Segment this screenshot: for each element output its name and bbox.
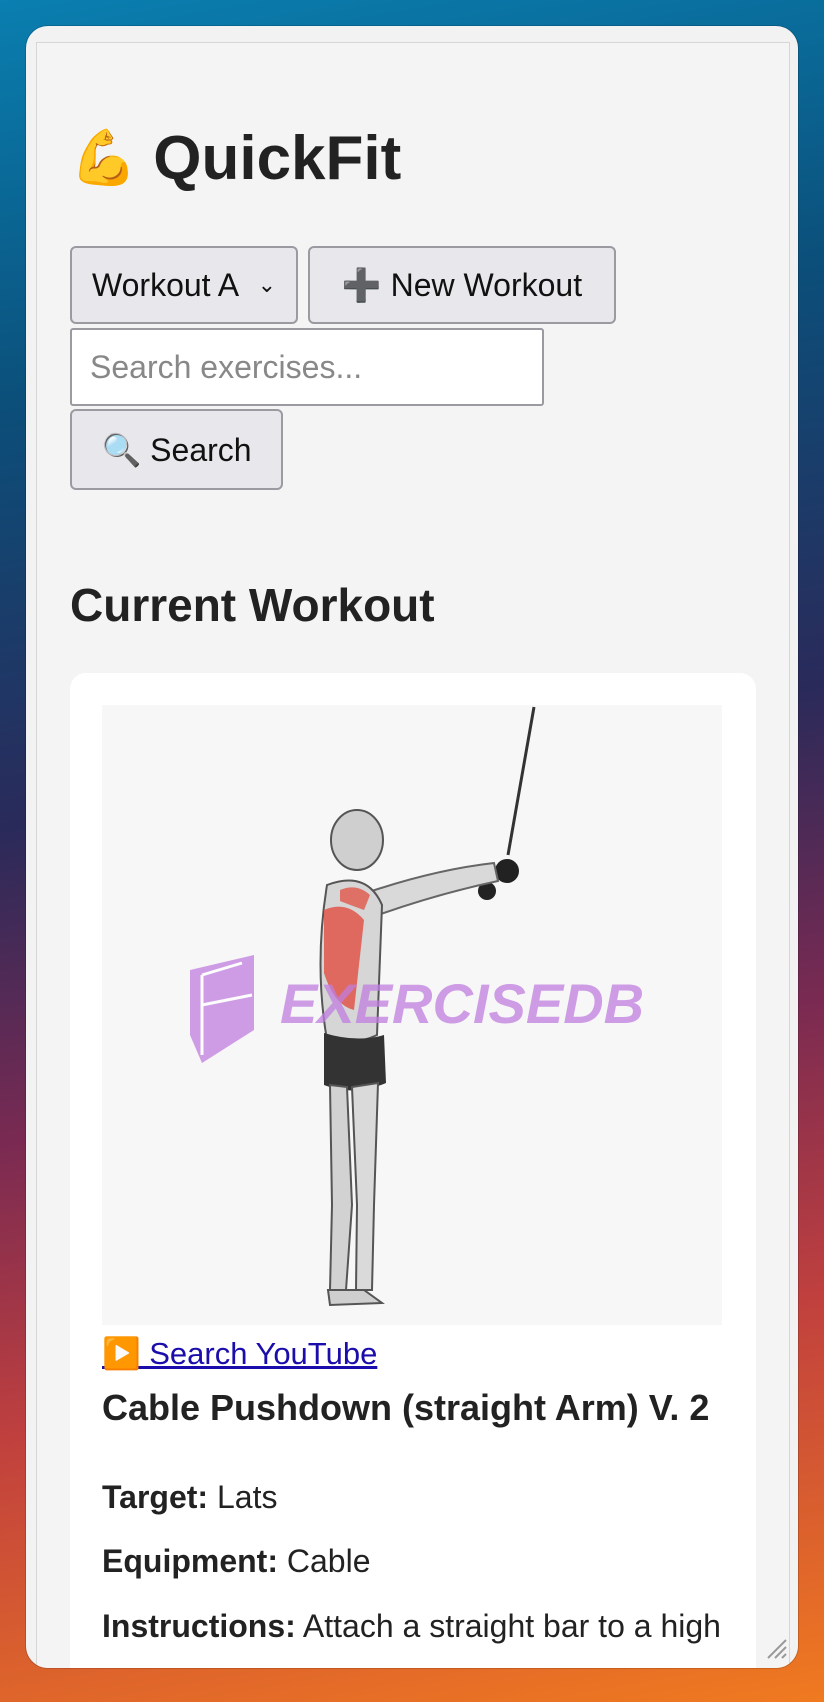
instructions-label: Instructions: <box>102 1608 296 1644</box>
new-workout-button[interactable]: ➕ New Workout <box>308 246 616 324</box>
exercise-image: EXERCISEDB <box>102 705 722 1325</box>
browser-window: 💪 QuickFit Workout A ⌄ ➕ New Workout Sea… <box>26 26 798 1668</box>
target-row: Target: Lats <box>102 1479 277 1516</box>
resize-grip-icon[interactable] <box>762 1634 788 1660</box>
current-workout-heading: Current Workout <box>70 579 435 631</box>
page-viewport: 💪 QuickFit Workout A ⌄ ➕ New Workout Sea… <box>36 42 790 1668</box>
instructions-value: Attach a straight bar to a high <box>302 1608 721 1644</box>
flexed-biceps-icon: 💪 <box>70 128 138 188</box>
target-value: Lats <box>216 1479 278 1515</box>
chevron-down-icon: ⌄ <box>257 272 276 297</box>
instructions-row: Instructions: Attach a straight bar to a… <box>102 1608 721 1645</box>
equipment-row: Equipment: Cable <box>102 1543 370 1580</box>
exercise-name: Cable Pushdown (straight Arm) V. 2 <box>102 1387 710 1428</box>
exercisedb-watermark: EXERCISEDB <box>280 972 644 1035</box>
search-input[interactable]: Search exercises... <box>70 328 544 406</box>
workout-select-value: Workout A <box>92 266 240 303</box>
exercise-illustration: EXERCISEDB <box>190 706 644 1307</box>
controls-bar: Workout A ⌄ ➕ New Workout Search exercis… <box>70 246 770 490</box>
app-title: 💪 QuickFit <box>70 123 401 194</box>
equipment-label: Equipment: <box>102 1543 278 1579</box>
target-label: Target: <box>102 1479 209 1515</box>
exercise-card: EXERCISEDB ▶️ Search YouTube Cable Pushd… <box>70 673 756 1668</box>
search-youtube-link[interactable]: ▶️ Search YouTube <box>102 1335 377 1372</box>
workout-select[interactable]: Workout A ⌄ <box>70 246 298 324</box>
app-title-text: QuickFit <box>153 124 402 193</box>
search-button[interactable]: 🔍 Search <box>70 409 283 490</box>
equipment-value: Cable <box>286 1543 371 1579</box>
